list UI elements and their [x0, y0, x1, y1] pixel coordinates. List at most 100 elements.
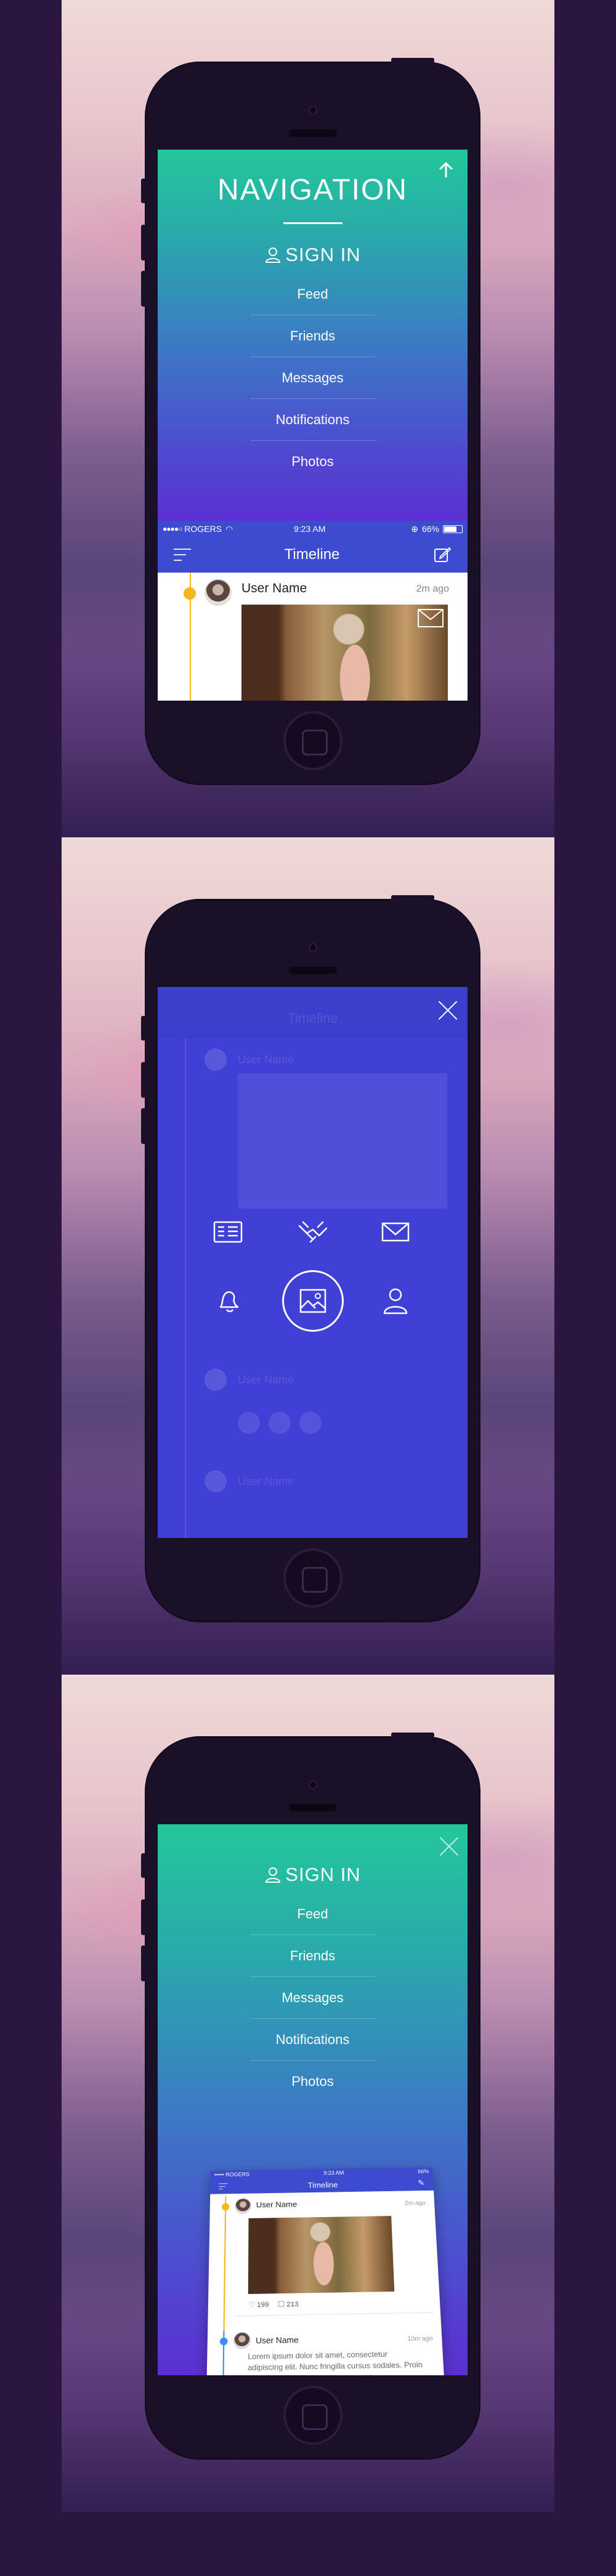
- compose-icon[interactable]: ✎: [418, 2178, 425, 2188]
- front-camera: [309, 943, 317, 952]
- earpiece-speaker: [289, 1804, 337, 1811]
- volume-up-button: [141, 1899, 146, 1935]
- menu-item-notifications[interactable]: Notifications: [250, 2019, 375, 2061]
- home-button[interactable]: [283, 711, 342, 770]
- mail-icon: [418, 609, 444, 627]
- menu-item-messages[interactable]: Messages: [250, 1977, 375, 2019]
- nav-menu: Feed Friends Messages Notifications Phot…: [250, 273, 375, 483]
- menu-icon[interactable]: [174, 549, 191, 561]
- post-photo[interactable]: [248, 2216, 395, 2294]
- post-text: Lorem ipsum dolor sit amet, consectetur …: [248, 2349, 423, 2375]
- phone-frame: SIGN IN Feed Friends Messages Notificati…: [141, 1733, 480, 2460]
- timeline-post[interactable]: User Name 2m ago: [158, 573, 468, 701]
- app-bar: Timeline ✎: [210, 2175, 434, 2194]
- user-icon: [265, 1867, 281, 1883]
- friend-avatars: [238, 1412, 322, 1434]
- menu-icon[interactable]: [219, 2183, 228, 2189]
- post-time: 2m ago: [416, 584, 449, 594]
- comment-counter[interactable]: ☐ 213: [278, 2300, 299, 2309]
- menu-item-feed[interactable]: Feed: [250, 273, 375, 315]
- app-title: Timeline: [287, 1010, 338, 1026]
- power-button: [391, 1733, 434, 1737]
- post-username[interactable]: User Name: [256, 2200, 298, 2209]
- showcase-section-navigation: NAVIGATION SIGN IN Feed Friends Messages: [62, 0, 554, 837]
- status-time: 9:23 AM: [323, 2170, 344, 2176]
- avatar: [205, 1049, 227, 1071]
- post-username: User Name: [238, 1053, 294, 1066]
- app-title: Timeline: [284, 546, 340, 563]
- newspaper-icon[interactable]: [209, 1214, 246, 1250]
- mute-switch: [141, 1853, 146, 1878]
- image-icon[interactable]: [282, 1270, 344, 1332]
- menu-item-friends[interactable]: Friends: [250, 315, 375, 357]
- post-username: User Name: [238, 1475, 294, 1487]
- phone-frame: NAVIGATION SIGN IN Feed Friends Messages: [141, 58, 480, 785]
- phone-frame: Timeline User Name User Name User Name: [141, 895, 480, 1622]
- navigation-panel: SIGN IN Feed Friends Messages Notificati…: [158, 1824, 468, 2375]
- like-counter[interactable]: ♡ 199: [248, 2300, 269, 2309]
- menu-item-notifications[interactable]: Notifications: [250, 399, 375, 441]
- icon-menu-grid: [201, 1209, 424, 1338]
- power-button: [391, 895, 434, 900]
- battery-icon: [443, 525, 463, 533]
- sign-in-link[interactable]: SIGN IN: [158, 244, 468, 266]
- power-button: [391, 58, 434, 63]
- close-icon[interactable]: [438, 1835, 460, 1858]
- menu-item-photos[interactable]: Photos: [250, 2061, 375, 2103]
- avatar: [205, 1369, 227, 1391]
- showcase-section-icon-menu: Timeline User Name User Name User Name: [62, 837, 554, 1675]
- signal-icon: ●●●●○: [163, 525, 182, 533]
- home-button[interactable]: [283, 1548, 342, 1608]
- menu-item-messages[interactable]: Messages: [250, 357, 375, 399]
- sign-in-label: SIGN IN: [285, 244, 361, 265]
- arrow-up-icon[interactable]: [437, 161, 455, 179]
- timeline-preview-card[interactable]: ••••• ROGERS 9:23 AM 66% Timeline ✎ User…: [205, 2167, 450, 2375]
- earpiece-speaker: [289, 129, 337, 137]
- post-username[interactable]: User Name: [256, 2335, 299, 2346]
- post-photo: [238, 1073, 447, 1209]
- compose-icon[interactable]: [433, 545, 452, 564]
- status-time: 9:23 AM: [294, 524, 326, 534]
- battery-percent: 66%: [417, 2168, 429, 2175]
- avatar[interactable]: [233, 2332, 251, 2349]
- menu-item-friends[interactable]: Friends: [250, 1935, 375, 1977]
- front-camera: [309, 1781, 317, 1789]
- phone-screen: NAVIGATION SIGN IN Feed Friends Messages: [158, 150, 468, 701]
- bell-icon[interactable]: [209, 1282, 246, 1319]
- user-icon[interactable]: [377, 1282, 414, 1319]
- mail-icon[interactable]: [377, 1214, 414, 1250]
- post-divider: [235, 2312, 434, 2317]
- post-photo[interactable]: [241, 605, 448, 701]
- navigation-title: NAVIGATION: [217, 174, 408, 206]
- menu-item-feed[interactable]: Feed: [250, 1893, 375, 1935]
- post-time: 2m ago: [404, 2200, 426, 2207]
- avatar[interactable]: [235, 2198, 251, 2214]
- timeline-line: [223, 2196, 227, 2332]
- sign-in-label: SIGN IN: [285, 1864, 361, 1885]
- menu-item-photos[interactable]: Photos: [250, 441, 375, 483]
- volume-down-button: [141, 1946, 146, 1981]
- home-button[interactable]: [283, 2386, 342, 2445]
- location-icon: ⊕: [411, 523, 418, 534]
- avatar[interactable]: [205, 579, 232, 606]
- timeline-line: [185, 1039, 186, 1538]
- timeline-card: ••••• ROGERS 9:23 AM 66% Timeline ✎ User…: [205, 2167, 450, 2375]
- close-icon[interactable]: [437, 999, 459, 1021]
- timeline-app: ●●●●○ ROGERS ◠ 9:23 AM ⊕ 66% Timeline Us…: [158, 521, 468, 701]
- sign-in-link[interactable]: SIGN IN: [158, 1864, 468, 1886]
- avatar: [205, 1470, 227, 1492]
- mute-switch: [141, 179, 146, 203]
- post-username[interactable]: User Name: [241, 581, 307, 596]
- user-icon: [265, 248, 281, 263]
- volume-down-button: [141, 1108, 146, 1144]
- mute-switch: [141, 1016, 146, 1040]
- comment-icon: ☐: [277, 2300, 285, 2309]
- timeline-dot: [219, 2337, 228, 2346]
- earpiece-speaker: [289, 967, 337, 974]
- navigation-panel: NAVIGATION SIGN IN Feed Friends Messages: [158, 150, 468, 521]
- handshake-icon[interactable]: [294, 1214, 331, 1250]
- carrier-label: ROGERS: [184, 524, 222, 534]
- post-time: 10m ago: [407, 2335, 433, 2343]
- timeline-dot: [221, 2203, 230, 2211]
- volume-up-button: [141, 1062, 146, 1098]
